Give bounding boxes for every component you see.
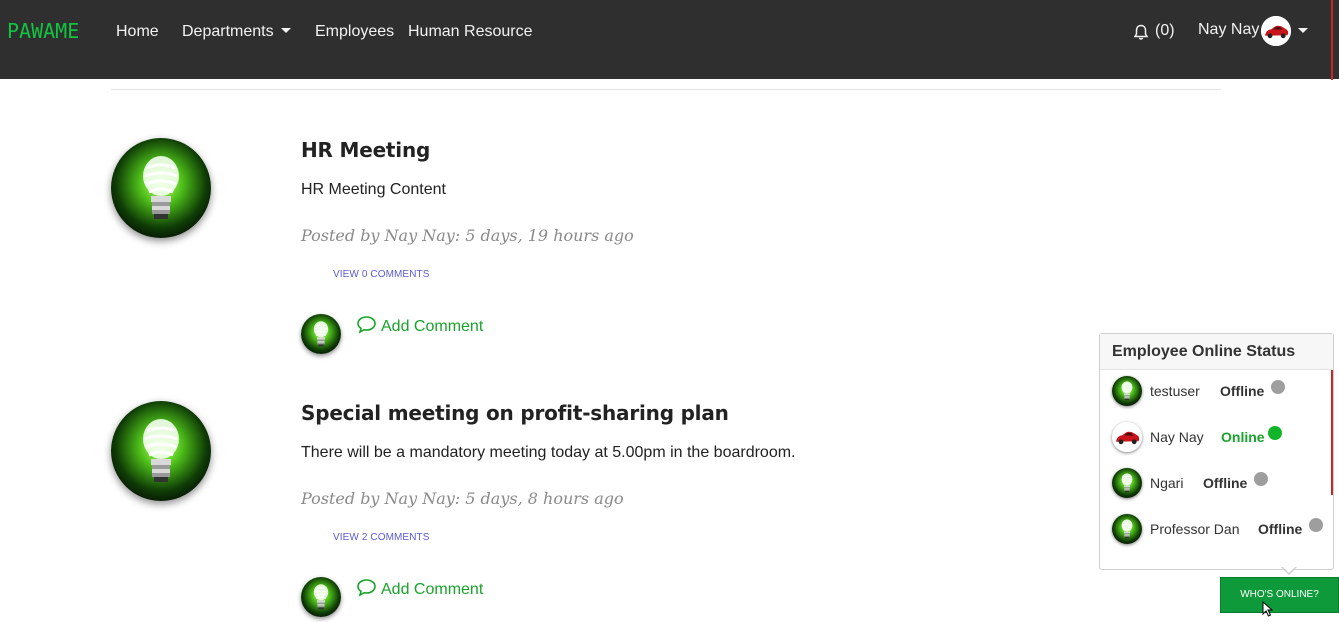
view-comments-link[interactable]: VIEW 0 COMMENTS [333, 269, 430, 280]
comment-icon [357, 579, 376, 597]
scrollbar[interactable] [1331, 370, 1333, 495]
post-meta: Posted by Nay Nay: 5 days, 8 hours ago [301, 489, 624, 508]
commenter-avatar-bulb-icon [301, 577, 341, 617]
employee-status: Offline [1203, 475, 1248, 491]
nav-home[interactable]: Home [116, 22, 159, 42]
post-avatar-bulb-icon [111, 401, 211, 501]
bulb-icon [1112, 514, 1142, 544]
car-icon [1112, 422, 1142, 452]
brand-logo[interactable]: PAWAME [7, 19, 79, 43]
mouse-cursor-icon [1262, 600, 1276, 622]
notification-count[interactable]: (0) [1155, 22, 1175, 40]
nav-departments-dropdown[interactable]: Departments [182, 22, 291, 42]
add-comment-label: Add Comment [381, 318, 484, 335]
user-avatar[interactable] [1261, 16, 1291, 46]
edge-indicator [1331, 0, 1333, 80]
whos-online-button[interactable]: WHO'S ONLINE? [1220, 577, 1339, 613]
nav-employees[interactable]: Employees [315, 22, 394, 42]
chevron-down-icon [280, 27, 291, 33]
offline-dot-icon [1271, 380, 1285, 394]
commenter-avatar-bulb-icon [301, 314, 341, 354]
online-dot-icon [1268, 426, 1282, 440]
add-comment-button[interactable]: Add Comment [356, 578, 483, 599]
divider [111, 89, 1221, 90]
employee-online-status-panel: Employee Online Status testuser Offline … [1099, 333, 1334, 570]
comment-icon [357, 316, 376, 334]
offline-dot-icon [1254, 472, 1268, 486]
employee-name: testuser [1150, 383, 1200, 399]
panel-header: Employee Online Status [1100, 334, 1333, 370]
bulb-icon [1112, 376, 1142, 406]
employee-status: Offline [1220, 383, 1265, 399]
bell-icon[interactable] [1133, 24, 1149, 46]
employee-status-row[interactable]: Professor Dan Offline [1100, 510, 1333, 556]
offline-dot-icon [1309, 518, 1323, 532]
user-menu-name[interactable]: Nay Nay [1198, 21, 1259, 39]
employee-status: Online [1221, 429, 1265, 445]
view-comments-link[interactable]: VIEW 2 COMMENTS [333, 532, 430, 543]
employee-name: Ngari [1150, 475, 1184, 491]
nav-human-resource[interactable]: Human Resource [408, 22, 533, 42]
panel-title: Employee Online Status [1112, 343, 1296, 360]
user-menu-chevron-icon[interactable] [1298, 28, 1308, 33]
employee-status-row[interactable]: testuser Offline [1100, 372, 1333, 418]
nav-departments-label: Departments [182, 23, 274, 40]
add-comment-label: Add Comment [381, 581, 484, 598]
panel-pointer-inner [1282, 566, 1296, 573]
post-content: There will be a mandatory meeting today … [301, 444, 796, 461]
post-avatar-bulb-icon [111, 138, 211, 238]
top-navbar: PAWAME Home Departments Employees Human … [0, 0, 1339, 80]
add-comment-button[interactable]: Add Comment [356, 315, 483, 336]
post-title: Special meeting on profit-sharing plan [301, 401, 729, 425]
post-meta: Posted by Nay Nay: 5 days, 19 hours ago [301, 226, 634, 245]
post-title: HR Meeting [301, 138, 431, 162]
employee-name: Nay Nay [1150, 429, 1204, 445]
post-content: HR Meeting Content [301, 181, 446, 198]
employee-status: Offline [1258, 521, 1303, 537]
employee-name: Professor Dan [1150, 521, 1240, 537]
employee-status-row[interactable]: Ngari Offline [1100, 464, 1333, 510]
bulb-icon [1112, 468, 1142, 498]
employee-status-row[interactable]: Nay Nay Online [1100, 418, 1333, 464]
